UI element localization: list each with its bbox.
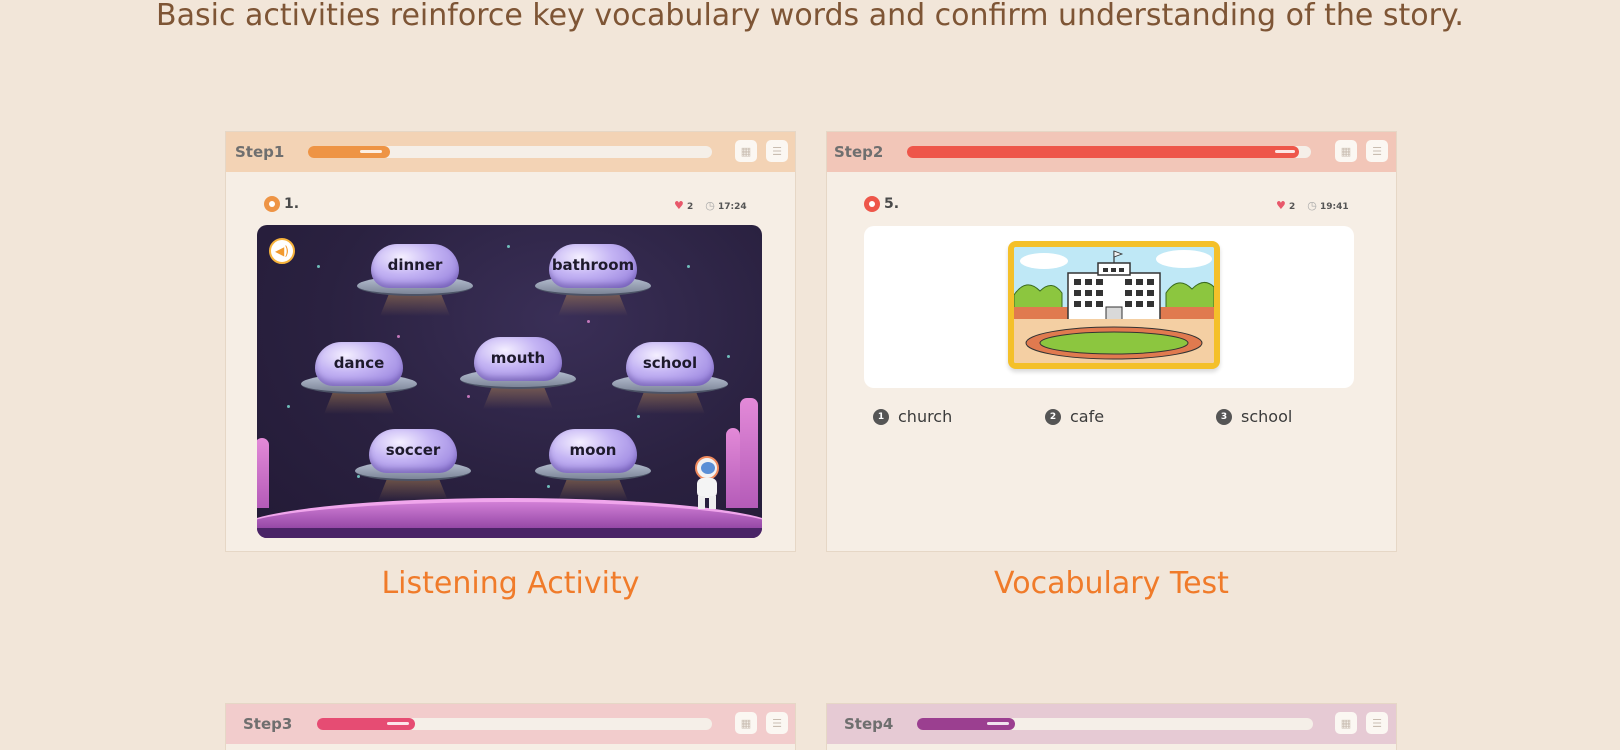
step-label: Step1: [235, 143, 285, 161]
school-building-picture: [1008, 241, 1220, 369]
step1-card: Step1 ▦ ☰ 1. ♥ 2 ◷ 17:24 ◀) dinner bathr…: [225, 131, 796, 552]
step4-card: Step4 ▦ ☰: [826, 703, 1397, 750]
step-label: Step4: [844, 715, 894, 733]
progress-fill: [907, 146, 1299, 158]
option-label: school: [1241, 407, 1293, 426]
step-label: Step3: [243, 715, 293, 733]
step1-header: Step1 ▦ ☰: [226, 132, 795, 172]
option-number: 1: [873, 408, 889, 425]
grid-icon[interactable]: ▦: [735, 712, 757, 734]
timer: 17:24: [718, 202, 747, 212]
option-number: 2: [1045, 408, 1061, 425]
lives-count: 2: [1289, 202, 1296, 212]
question-number: 1.: [264, 196, 299, 212]
word-ufo[interactable]: school: [610, 342, 730, 414]
word-label: dinner: [387, 256, 443, 274]
answer-option[interactable]: 1 church: [873, 407, 952, 426]
word-ufo[interactable]: soccer: [353, 429, 473, 501]
question-image-panel: [864, 226, 1354, 388]
lives-count: 2: [687, 202, 694, 212]
listening-game-area: ◀) dinner bathroom dance mouth school so…: [257, 225, 762, 538]
timer: 19:41: [1320, 202, 1349, 212]
progress-track: [917, 718, 1313, 730]
page-headline: Basic activities reinforce key vocabular…: [156, 0, 1464, 33]
step4-header: Step4 ▦ ☰: [827, 704, 1396, 744]
alien-plant: [740, 398, 758, 508]
question-icon: [264, 196, 280, 212]
list-icon[interactable]: ☰: [766, 712, 788, 734]
question-icon: [864, 196, 880, 212]
clock-icon: ◷: [705, 199, 715, 212]
answer-option[interactable]: 2 cafe: [1045, 407, 1104, 426]
list-icon[interactable]: ☰: [1366, 712, 1388, 734]
heart-icon: ♥: [1276, 199, 1286, 212]
word-ufo[interactable]: dance: [299, 342, 419, 414]
clock-icon: ◷: [1307, 199, 1317, 212]
list-icon[interactable]: ☰: [766, 140, 788, 162]
word-label: moon: [569, 441, 617, 459]
word-label: school: [642, 354, 698, 372]
astronaut-character: [692, 456, 722, 510]
progress-track: [308, 146, 712, 158]
step2-header: Step2 ▦ ☰: [827, 132, 1396, 172]
answer-option[interactable]: 3 school: [1216, 407, 1292, 426]
word-label: bathroom: [551, 256, 635, 274]
question-number: 5.: [864, 196, 899, 212]
alien-plant: [257, 438, 269, 508]
list-icon[interactable]: ☰: [1366, 140, 1388, 162]
grid-icon[interactable]: ▦: [735, 140, 757, 162]
alien-plant: [726, 428, 740, 508]
option-label: cafe: [1070, 407, 1105, 426]
status-indicators: ♥ 2 ◷ 19:41: [1276, 199, 1349, 212]
grid-icon[interactable]: ▦: [1335, 712, 1357, 734]
option-label: church: [898, 407, 953, 426]
step3-card: Step3 ▦ ☰: [225, 703, 796, 750]
option-number: 3: [1216, 408, 1232, 425]
step2-card: Step2 ▦ ☰ 5. ♥ 2 ◷ 19:41 1 church 2 cafe…: [826, 131, 1397, 552]
speaker-icon[interactable]: ◀): [269, 238, 295, 264]
word-ufo[interactable]: dinner: [355, 244, 475, 316]
progress-track: [907, 146, 1311, 158]
word-label: soccer: [385, 441, 441, 459]
step2-caption: Vocabulary Test: [994, 566, 1229, 601]
step1-caption: Listening Activity: [381, 566, 640, 601]
word-ufo[interactable]: mouth: [458, 337, 578, 409]
status-indicators: ♥ 2 ◷ 17:24: [674, 199, 747, 212]
word-ufo[interactable]: bathroom: [533, 244, 653, 316]
progress-track: [317, 718, 712, 730]
word-label: mouth: [490, 349, 546, 367]
step-label: Step2: [834, 143, 884, 161]
word-ufo[interactable]: moon: [533, 429, 653, 501]
grid-icon[interactable]: ▦: [1335, 140, 1357, 162]
step3-header: Step3 ▦ ☰: [226, 704, 795, 744]
word-label: dance: [333, 354, 385, 372]
heart-icon: ♥: [674, 199, 684, 212]
